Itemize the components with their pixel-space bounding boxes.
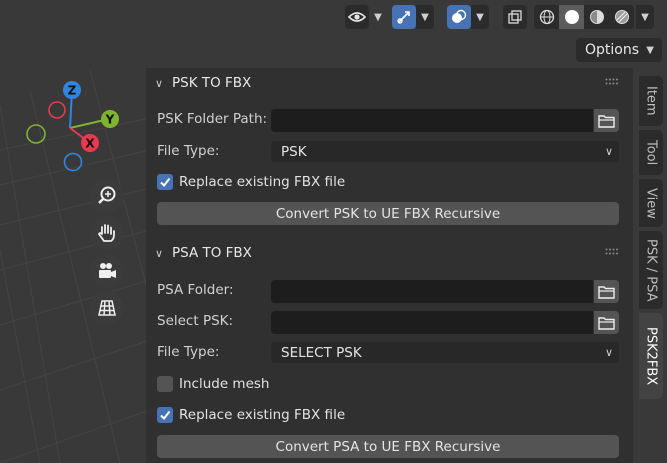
solid-shading-icon[interactable] — [559, 5, 584, 29]
chevron-down-icon: ∨ — [604, 346, 613, 359]
folder-icon — [598, 316, 615, 330]
psa-replace-fbx-checkbox[interactable] — [157, 407, 173, 423]
eye-icon[interactable] — [345, 5, 369, 29]
neg-y-handle[interactable] — [26, 124, 46, 144]
psk-folder-path-input[interactable] — [271, 109, 593, 132]
psa-folder-browse-button[interactable] — [594, 280, 619, 303]
psa-replace-fbx-label: Replace existing FBX file — [179, 407, 346, 423]
pan-button[interactable] — [90, 216, 124, 250]
psk-folder-browse-button[interactable] — [594, 109, 619, 132]
material-shading-icon[interactable] — [584, 5, 609, 29]
chevron-down-icon[interactable]: ▼ — [416, 5, 434, 29]
convert-psa-button[interactable]: Convert PSA to UE FBX Recursive — [157, 435, 619, 458]
visibility-dropdown[interactable]: ▼ — [345, 5, 387, 29]
psa-folder-label: PSA Folder: — [157, 282, 234, 298]
xray-toggle[interactable] — [503, 5, 527, 29]
neg-x-handle[interactable] — [48, 101, 66, 119]
psk-replace-fbx-label: Replace existing FBX file — [179, 174, 346, 190]
navigation-gizmo[interactable]: Z Y X — [20, 78, 130, 178]
psk-panel-header[interactable]: ∨ PSK TO FBX — [146, 68, 633, 98]
psa-folder-input[interactable] — [271, 280, 593, 303]
tab-psk-psa[interactable]: PSK / PSA — [639, 231, 663, 309]
shading-modes[interactable]: ▼ — [534, 5, 654, 29]
zoom-icon — [98, 186, 116, 204]
hand-icon — [97, 224, 115, 242]
neg-z-handle[interactable] — [63, 152, 83, 172]
chevron-down-icon[interactable]: ∨ — [155, 247, 169, 260]
chevron-down-icon: ∨ — [604, 145, 613, 158]
camera-view-button[interactable] — [90, 254, 124, 288]
overlay-icon[interactable] — [447, 5, 471, 29]
psa-file-type-label: File Type: — [157, 344, 220, 360]
folder-icon — [598, 114, 615, 128]
psk-replace-fbx-checkbox[interactable] — [157, 174, 173, 190]
tab-psk2fbx[interactable]: PSK2FBX — [639, 313, 663, 399]
drag-grip-icon[interactable] — [605, 78, 619, 85]
perspective-toggle-button[interactable] — [90, 291, 124, 325]
tab-tool[interactable]: Tool — [639, 130, 663, 175]
z-axis-label: Z — [68, 84, 77, 98]
select-psk-browse-button[interactable] — [594, 311, 619, 334]
chevron-down-icon: ▼ — [646, 44, 654, 56]
include-mesh-label: Include mesh — [179, 376, 270, 392]
camera-icon — [99, 263, 116, 278]
include-mesh-checkbox[interactable] — [157, 376, 173, 392]
select-psk-label: Select PSK: — [157, 313, 234, 329]
zoom-button[interactable] — [90, 179, 124, 213]
tab-item[interactable]: Item — [639, 76, 663, 126]
psk-file-type-select[interactable]: PSK ∨ — [271, 141, 619, 162]
grid-icon — [98, 300, 116, 316]
drag-grip-icon[interactable] — [605, 248, 619, 255]
chevron-down-icon[interactable]: ▼ — [369, 5, 387, 29]
psk-replace-fbx-checkbox-row[interactable]: Replace existing FBX file — [157, 174, 345, 190]
options-dropdown[interactable]: Options ▼ — [576, 38, 662, 62]
overlay-toggle[interactable]: ▼ — [447, 5, 489, 29]
psk-file-type-value: PSK — [281, 143, 307, 160]
folder-icon — [598, 285, 615, 299]
x-axis-label: X — [85, 137, 95, 151]
psk-file-type-label: File Type: — [157, 143, 220, 159]
options-label: Options — [585, 42, 640, 58]
tab-view[interactable]: View — [639, 179, 663, 227]
psa-panel-header[interactable]: ∨ PSA TO FBX — [146, 238, 633, 268]
psk-panel-title: PSK TO FBX — [172, 75, 252, 91]
gizmo-icon[interactable] — [392, 5, 416, 29]
xray-icon[interactable] — [503, 5, 527, 29]
psa-replace-fbx-checkbox-row[interactable]: Replace existing FBX file — [157, 407, 345, 423]
psa-file-type-select[interactable]: SELECT PSK ∨ — [271, 342, 619, 363]
gizmo-toggle[interactable]: ▼ — [392, 5, 434, 29]
y-axis-label: Y — [105, 113, 115, 127]
checkmark-icon — [160, 177, 171, 188]
rendered-shading-icon[interactable] — [609, 5, 634, 29]
select-psk-input[interactable] — [271, 311, 593, 334]
include-mesh-checkbox-row[interactable]: Include mesh — [157, 376, 269, 392]
convert-psk-button[interactable]: Convert PSK to UE FBX Recursive — [157, 202, 619, 225]
psa-panel-title: PSA TO FBX — [172, 245, 252, 261]
wireframe-shading-icon[interactable] — [534, 5, 559, 29]
checkmark-icon — [160, 410, 171, 421]
psa-file-type-value: SELECT PSK — [281, 344, 362, 361]
chevron-down-icon[interactable]: ▼ — [636, 5, 654, 29]
psk-folder-label: PSK Folder Path: — [157, 111, 268, 127]
chevron-down-icon[interactable]: ▼ — [471, 5, 489, 29]
sidebar-panel: ∨ PSK TO FBX PSK Folder Path: File Type:… — [146, 68, 633, 463]
chevron-down-icon[interactable]: ∨ — [155, 77, 169, 90]
